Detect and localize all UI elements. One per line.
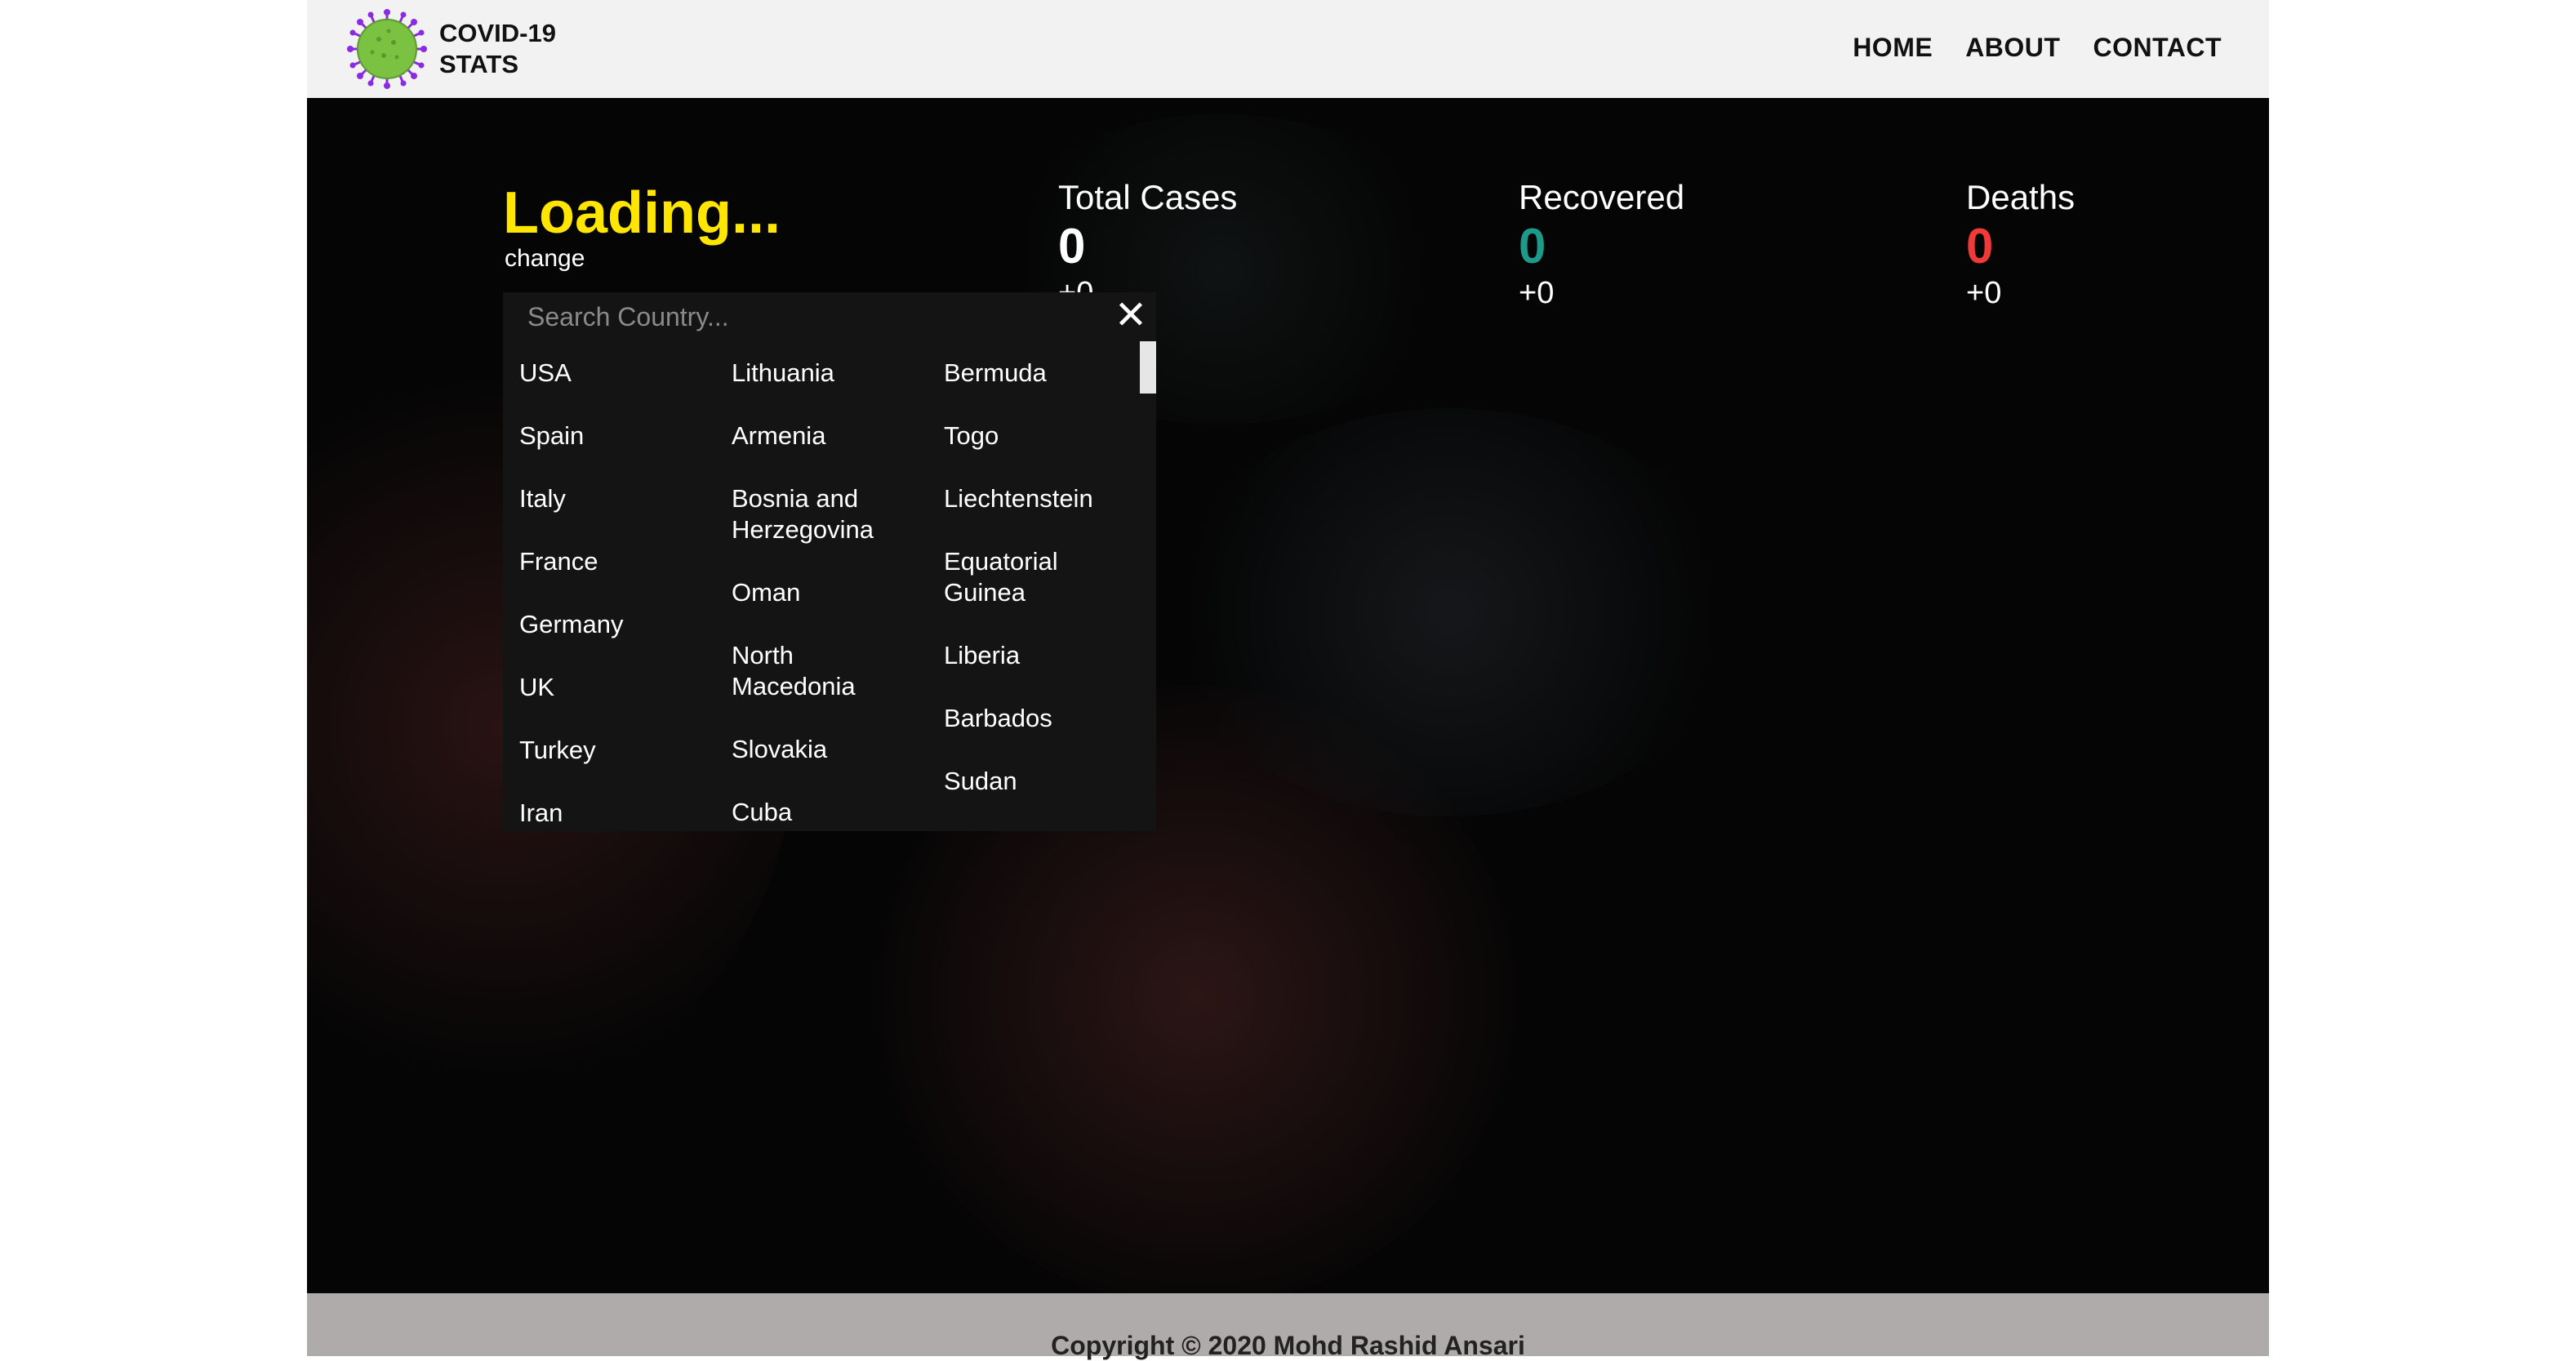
location-title: Loading... — [503, 180, 781, 246]
country-item[interactable]: Turkey — [519, 728, 683, 791]
stat-delta: +0 — [1519, 276, 1555, 310]
country-item[interactable]: Iran — [519, 791, 683, 854]
header: COVID-19 STATS HOME ABOUT CONTACT — [307, 0, 2269, 98]
country-item[interactable]: Bermuda — [944, 351, 1107, 414]
close-icon[interactable]: ✕ — [1112, 296, 1150, 336]
stat-label: Recovered — [1519, 178, 1685, 216]
country-item[interactable]: Bosnia and Herzegovina — [732, 477, 895, 571]
brand-line-1: COVID-19 — [439, 19, 556, 47]
nav-contact[interactable]: CONTACT — [2093, 33, 2222, 63]
app: COVID-19 STATS HOME ABOUT CONTACT Loadin… — [307, 0, 2269, 1360]
country-item[interactable]: Sudan — [944, 759, 1107, 822]
stat-deaths: Deaths 0 +0 — [1966, 178, 2075, 311]
country-list: USA Spain Italy France Germany UK Turkey… — [519, 351, 1156, 854]
country-column: USA Spain Italy France Germany UK Turkey… — [519, 351, 732, 854]
stat-label: Total Cases — [1058, 178, 1238, 216]
background-blob — [1164, 408, 1736, 816]
stat-value: 0 — [1058, 219, 1086, 274]
country-item[interactable]: Germany — [519, 603, 683, 665]
copyright-text: Copyright © 2020 Mohd Rashid Ansari — [1051, 1331, 1525, 1360]
country-item[interactable]: France — [519, 540, 683, 603]
nav-home[interactable]: HOME — [1853, 33, 1933, 63]
country-item[interactable]: North Macedonia — [732, 634, 895, 727]
stat-value: 0 — [1966, 219, 1994, 274]
country-column: Lithuania Armenia Bosnia and Herzegovina… — [732, 351, 944, 854]
stat-label: Deaths — [1966, 178, 2075, 216]
country-item[interactable]: Liechtenstein — [944, 477, 1107, 540]
country-dropdown: ✕ USA Spain Italy France Germany UK Turk… — [503, 292, 1156, 831]
country-item[interactable]: Armenia — [732, 414, 895, 477]
stat-recovered: Recovered 0 +0 — [1519, 178, 1684, 311]
search-country-input[interactable] — [503, 292, 1150, 341]
country-item[interactable]: Slovakia — [732, 727, 895, 790]
country-item[interactable]: Oman — [732, 571, 895, 634]
country-item[interactable]: Liberia — [944, 634, 1107, 696]
footer: Copyright © 2020 Mohd Rashid Ansari — [307, 1293, 2269, 1360]
country-item[interactable]: Barbados — [944, 696, 1107, 759]
country-item[interactable]: Spain — [519, 414, 683, 477]
country-item[interactable]: Cuba — [732, 790, 895, 853]
hero-section: Loading... change Total Cases 0 +0 Recov… — [307, 98, 2269, 1293]
country-item[interactable]: Equatorial Guinea — [944, 540, 1107, 634]
virus-icon[interactable] — [346, 8, 428, 90]
stat-value: 0 — [1519, 219, 1546, 274]
country-item[interactable]: Italy — [519, 477, 683, 540]
brand-line-2: STATS — [439, 50, 519, 78]
country-item[interactable]: USA — [519, 351, 683, 414]
country-column: Bermuda Togo Liechtenstein Equatorial Gu… — [944, 351, 1156, 854]
country-item[interactable]: UK — [519, 665, 683, 728]
stat-total-cases: Total Cases 0 +0 — [1058, 178, 1237, 311]
change-location-link[interactable]: change — [505, 245, 585, 273]
stat-delta: +0 — [1966, 276, 2002, 310]
nav-about[interactable]: ABOUT — [1965, 33, 2060, 63]
main-nav: HOME ABOUT CONTACT — [1853, 33, 2222, 63]
brand-name[interactable]: COVID-19 STATS — [439, 18, 603, 80]
country-item[interactable]: Lithuania — [732, 351, 895, 414]
country-item[interactable]: Togo — [944, 414, 1107, 477]
